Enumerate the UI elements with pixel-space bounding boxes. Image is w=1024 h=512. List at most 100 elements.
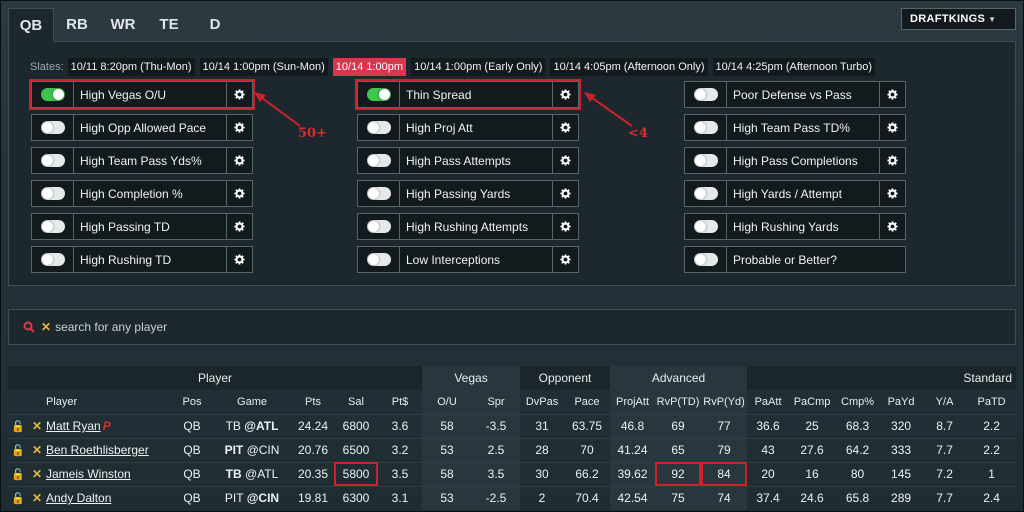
column-header[interactable]: Pt$ (378, 390, 422, 414)
gear-icon[interactable] (552, 148, 578, 173)
filter-toggle[interactable] (685, 148, 727, 173)
exclude-icon[interactable]: ✕ (32, 491, 42, 505)
search-icon[interactable] (23, 321, 35, 333)
column-header[interactable]: Sal (334, 390, 378, 414)
filter-toggle[interactable] (32, 247, 74, 272)
column-header[interactable]: RvP(Yd) (701, 390, 748, 414)
gear-icon[interactable] (552, 247, 578, 272)
filter-toggle[interactable] (358, 82, 400, 107)
column-header[interactable]: DvPas (520, 390, 564, 414)
filter-label: High Rushing Attempts (406, 219, 529, 234)
site-select-button[interactable]: DRAFTKINGS ▼ (901, 8, 1016, 30)
column-header[interactable]: Pts (292, 390, 334, 414)
gear-icon[interactable] (552, 214, 578, 239)
exclude-icon[interactable]: ✕ (32, 419, 42, 433)
column-group-row: Player Vegas Opponent Advanced Standard (8, 366, 1017, 390)
filter-toggle[interactable] (358, 148, 400, 173)
table-row[interactable]: 🔓 ✕ Jameis Winston QB TB @ATL 20.35 5800 3.5 58 3… (8, 461, 1017, 486)
slate-option[interactable]: 10/14 4:05pm (Afternoon Only) (550, 58, 708, 76)
tab-qb[interactable]: QB (8, 8, 54, 42)
column-header[interactable]: Game (212, 390, 292, 414)
tab-te[interactable]: TE (146, 8, 192, 42)
column-header[interactable]: PaTD (967, 390, 1016, 414)
lock-icon[interactable]: 🔓 (11, 421, 25, 433)
gear-icon[interactable] (226, 115, 252, 140)
cell-rvptd: 75 (655, 485, 702, 510)
player-name-link[interactable]: Ben Roethlisberger (46, 443, 149, 457)
table-row[interactable]: 🔓 ✕ Ben Roethlisberger QB PIT @CIN 20.76 6500 3… (8, 437, 1017, 462)
column-header[interactable]: Cmp% (835, 390, 880, 414)
filter-item: Thin Spread (355, 79, 581, 110)
cell-rvptd: 92 (655, 461, 702, 486)
gear-icon[interactable] (879, 82, 905, 107)
slate-option[interactable]: 10/11 8:20pm (Thu-Mon) (67, 58, 195, 76)
column-header[interactable]: ProjAtt (610, 390, 656, 414)
filter-toggle[interactable] (32, 115, 74, 140)
filter-toggle[interactable] (358, 247, 400, 272)
gear-icon[interactable] (552, 181, 578, 206)
filter-toggle[interactable] (685, 214, 727, 239)
gear-icon[interactable] (879, 148, 905, 173)
gear-icon[interactable] (879, 181, 905, 206)
table-row[interactable]: 🔓 ✕ Matt Ryan P QB TB @ATL 24.24 6800 3.6 58 -3.5 3… (8, 413, 1017, 438)
slate-option[interactable]: 10/14 1:00pm (Early Only) (411, 58, 546, 76)
toggle-off-icon (366, 187, 391, 200)
slate-option[interactable]: 10/14 4:25pm (Afternoon Turbo) (712, 58, 876, 76)
player-name-link[interactable]: Andy Dalton (46, 491, 111, 505)
gear-icon[interactable] (879, 115, 905, 140)
gear-icon[interactable] (226, 247, 252, 272)
player-name-link[interactable]: Matt Ryan (46, 419, 101, 433)
lock-icon[interactable]: 🔓 (11, 445, 25, 457)
column-header[interactable]: PaAtt (747, 390, 789, 414)
slate-option[interactable]: 10/14 1:00pm (Sun-Mon) (199, 58, 328, 76)
filter-toggle[interactable] (358, 181, 400, 206)
cell-rvpyd: 79 (701, 437, 748, 462)
exclude-icon[interactable]: ✕ (32, 467, 42, 481)
table-row[interactable]: 🔓 ✕ Andy Dalton QB PIT @CIN 19.81 6300 3.1 53 -2.… (8, 485, 1017, 510)
filter-toggle[interactable] (32, 181, 74, 206)
filter-toggle[interactable] (358, 214, 400, 239)
search-input[interactable] (55, 320, 456, 334)
player-cell: Ben Roethlisberger (46, 437, 172, 462)
filter-toggle[interactable] (358, 115, 400, 140)
filter-toggle[interactable] (685, 247, 727, 272)
exclude-icon[interactable]: ✕ (32, 443, 42, 457)
cell-payd: 320 (880, 413, 923, 438)
lock-icon[interactable]: 🔓 (11, 469, 25, 481)
cell-pace: 70.4 (564, 485, 611, 510)
gear-icon[interactable] (226, 148, 252, 173)
column-header[interactable]: O/U (422, 390, 473, 414)
gear-icon[interactable] (552, 115, 578, 140)
slate-option-selected[interactable]: 10/14 1:00pm (332, 58, 407, 76)
cell-pacmp: 16 (789, 461, 836, 486)
gear-icon[interactable] (226, 82, 252, 107)
cell-payd: 145 (880, 461, 923, 486)
filter-toggle[interactable] (685, 115, 727, 140)
clear-icon[interactable]: ✕ (41, 320, 51, 334)
column-header[interactable]: Spr (472, 390, 521, 414)
column-header[interactable]: Pos (172, 390, 212, 414)
cell-pts: 20.76 (292, 437, 334, 462)
gear-icon[interactable] (879, 214, 905, 239)
column-header[interactable]: Player (46, 390, 172, 414)
tab-wr[interactable]: WR (100, 8, 146, 42)
column-header[interactable]: PaYd (880, 390, 922, 414)
filter-toggle[interactable] (32, 148, 74, 173)
filter-toggle[interactable] (685, 181, 727, 206)
lock-icon[interactable]: 🔓 (11, 493, 25, 505)
filter-toggle[interactable] (32, 214, 74, 239)
column-header[interactable]: RvP(TD) (655, 390, 702, 414)
column-header[interactable]: PaCmp (789, 390, 835, 414)
gear-icon[interactable] (552, 82, 578, 107)
column-header[interactable]: Pace (564, 390, 610, 414)
player-name-link[interactable]: Jameis Winston (46, 467, 131, 481)
tab-d[interactable]: D (192, 8, 238, 42)
column-header[interactable]: Y/A (922, 390, 967, 414)
tab-rb[interactable]: RB (54, 8, 100, 42)
cell-pts: 19.81 (292, 485, 334, 510)
gear-icon[interactable] (226, 181, 252, 206)
gear-icon[interactable] (226, 214, 252, 239)
filter-toggle[interactable] (32, 82, 74, 107)
filter-toggle[interactable] (685, 82, 727, 107)
filter-label: High Proj Att (406, 120, 473, 135)
